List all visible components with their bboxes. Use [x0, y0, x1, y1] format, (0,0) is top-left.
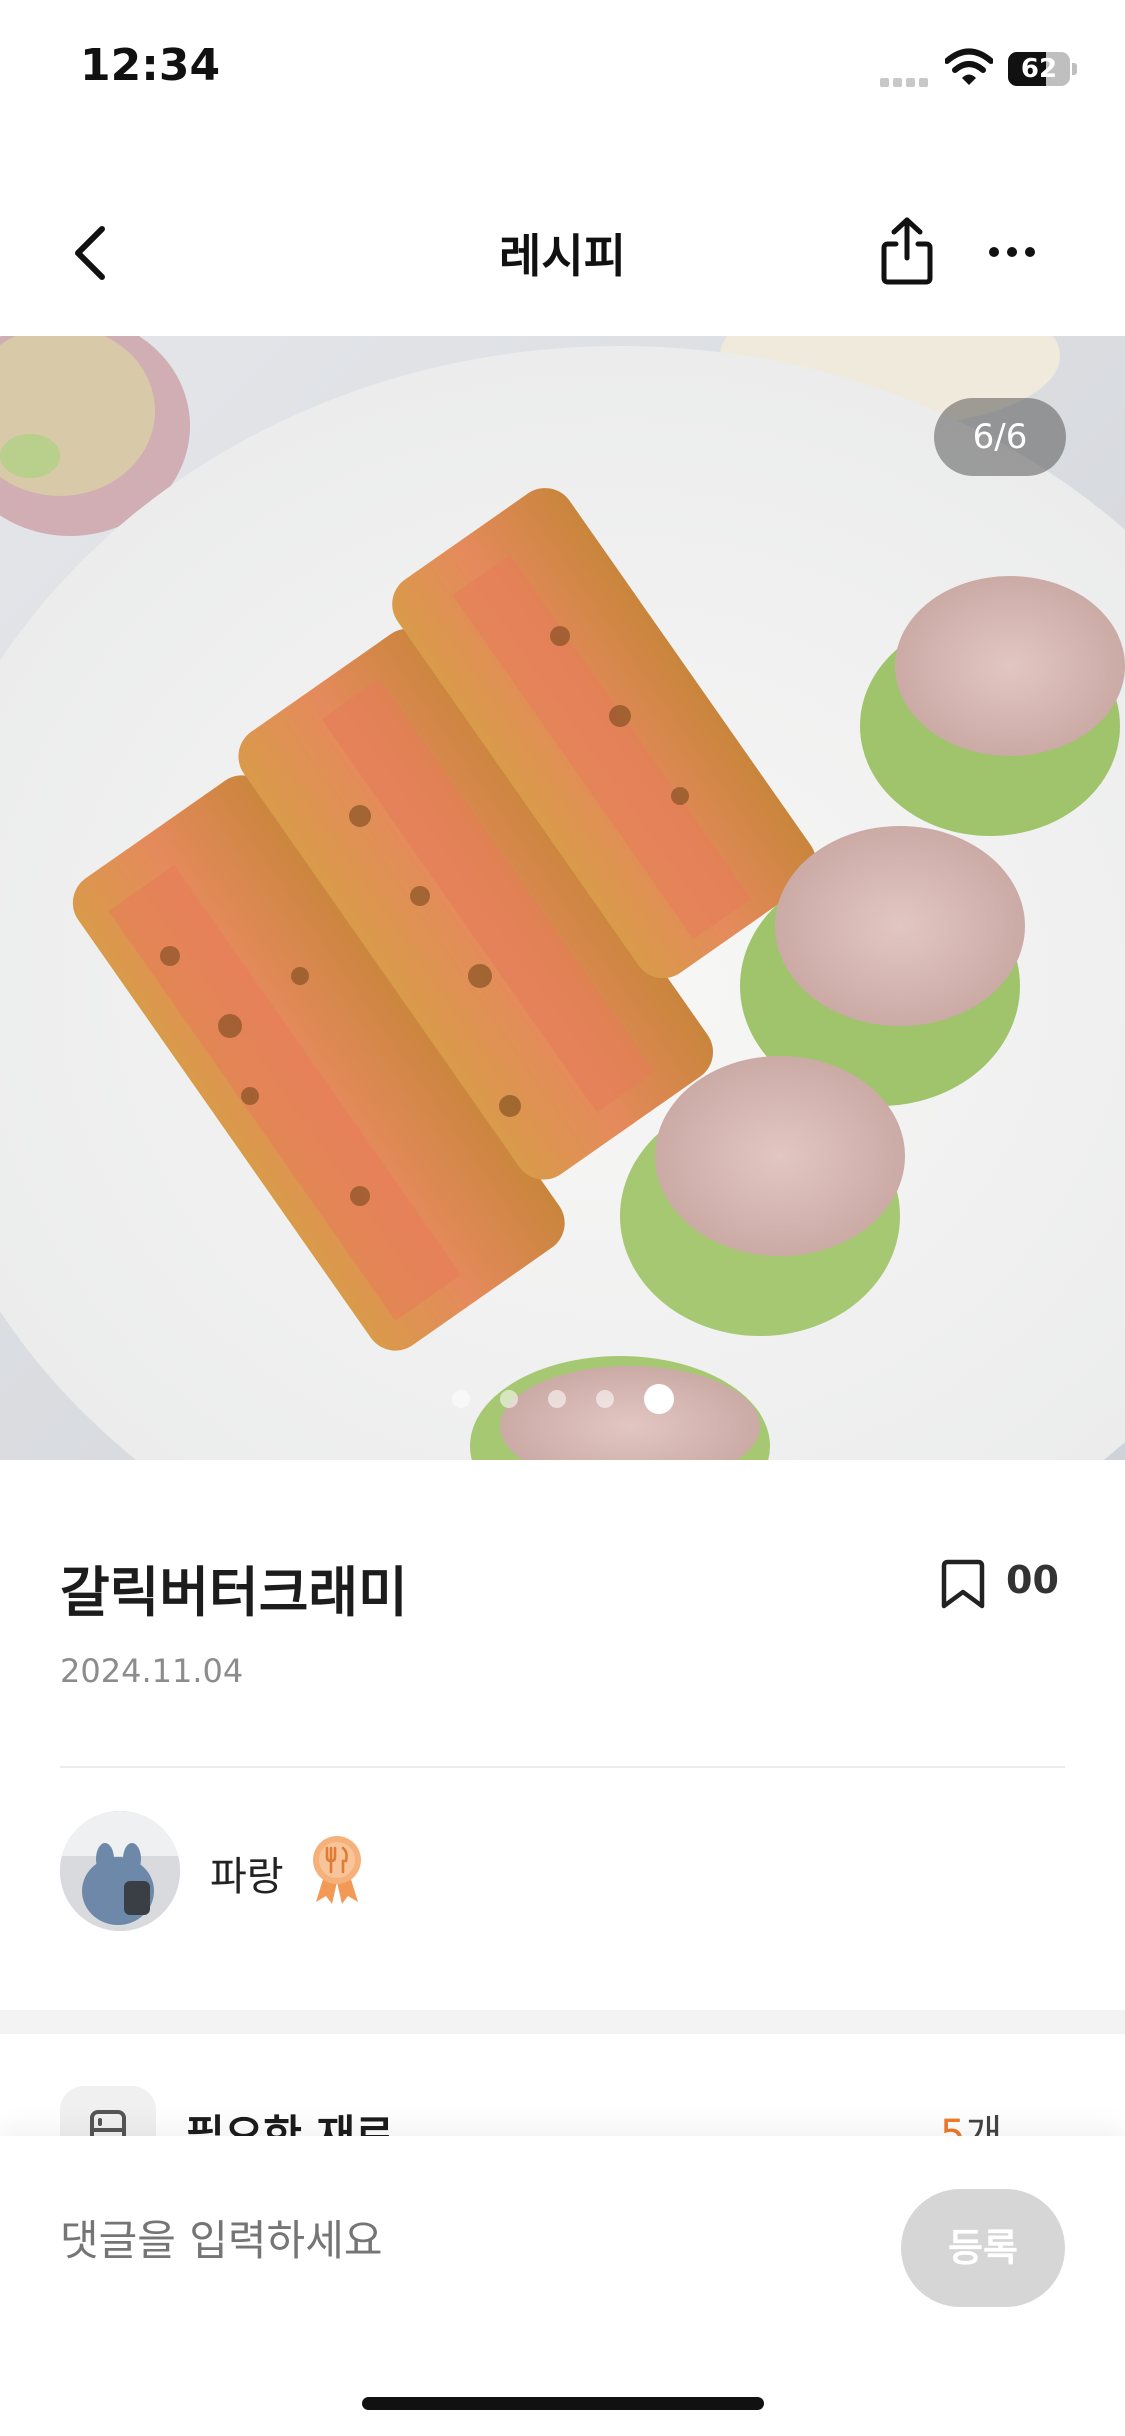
- author-avatar[interactable]: [60, 1811, 180, 1931]
- home-indicator: [362, 2397, 764, 2410]
- nav-bar: 레시피: [0, 190, 1125, 315]
- recipe-date: 2024.11.04: [60, 1652, 244, 1690]
- carousel-indicator: [0, 1384, 1125, 1414]
- photo-counter-badge: 6/6: [934, 398, 1066, 476]
- wifi-icon: [945, 48, 993, 85]
- share-icon: [881, 217, 933, 285]
- share-button[interactable]: [872, 212, 942, 292]
- carousel-dot[interactable]: [547, 1390, 566, 1408]
- cellular-signal-icon: [880, 72, 932, 91]
- battery-label: 62: [1020, 54, 1058, 84]
- fridge-icon: [60, 2086, 156, 2140]
- recipe-photo-carousel[interactable]: 6/6: [0, 336, 1125, 1460]
- carousel-dot-active[interactable]: [643, 1384, 674, 1414]
- comment-input[interactable]: [60, 2216, 860, 2265]
- ingredients-label: 필요한 재료: [186, 2111, 394, 2140]
- battery-icon: 62: [1008, 52, 1077, 86]
- bookmark-button[interactable]: 00: [940, 1552, 1060, 1612]
- avatar-image: [60, 1811, 180, 1931]
- ingredients-count: 5개: [940, 2102, 1002, 2140]
- bookmark-icon: [941, 1559, 985, 1609]
- bookmark-count: 00: [1006, 1558, 1059, 1602]
- comment-submit-button[interactable]: 등록: [901, 2189, 1065, 2307]
- carousel-dot[interactable]: [595, 1390, 614, 1408]
- carousel-dot[interactable]: [451, 1390, 470, 1408]
- page-title: 레시피: [499, 229, 626, 283]
- divider: [60, 1766, 1065, 1768]
- more-horizontal-icon: [989, 247, 1035, 257]
- comment-bar: 등록: [0, 2136, 1125, 2436]
- recipe-photo: [0, 336, 1125, 1460]
- chef-medal-icon: [313, 1836, 361, 1904]
- section-divider: [0, 2010, 1125, 2034]
- recipe-title: 갈릭버터크래미: [60, 1561, 408, 1624]
- carousel-dot[interactable]: [499, 1390, 518, 1408]
- more-options-button[interactable]: [980, 220, 1050, 280]
- status-bar: 12:34 62: [0, 0, 1125, 135]
- ingredients-section-header[interactable]: 필요한 재료 5개: [0, 2080, 1125, 2140]
- status-time: 12:34: [80, 40, 221, 91]
- author-name[interactable]: 파랑: [210, 1844, 284, 1902]
